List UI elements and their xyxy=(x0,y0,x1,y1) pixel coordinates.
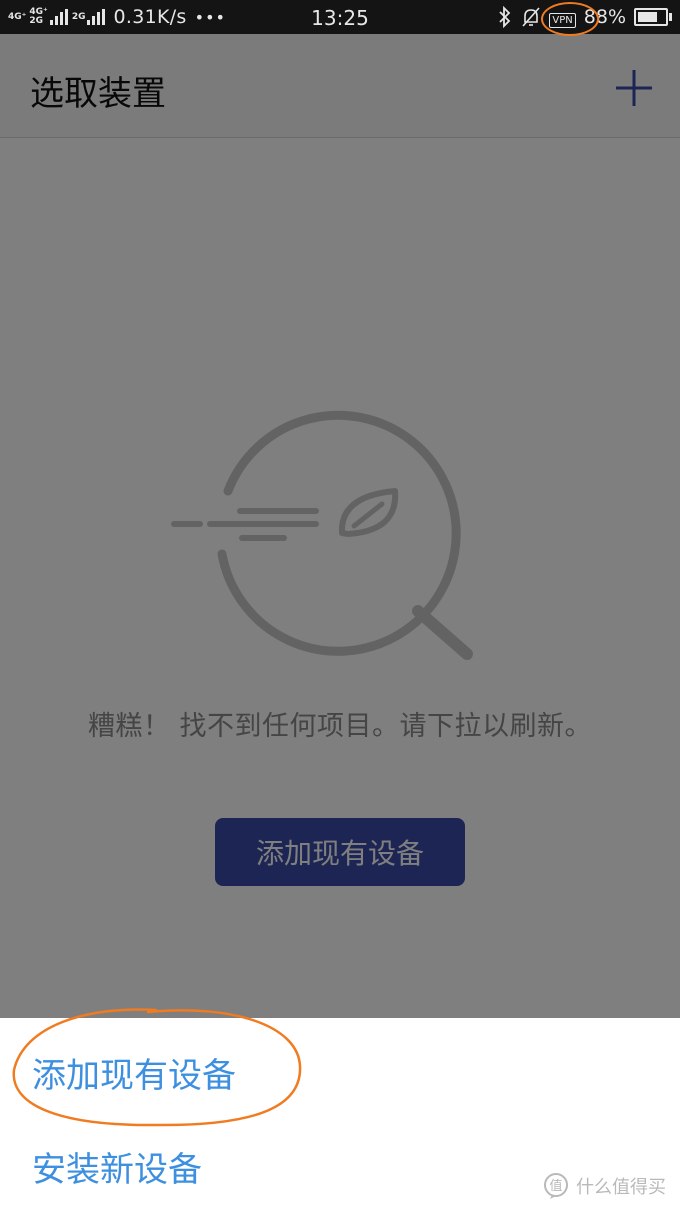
action-add-existing-device[interactable]: 添加现有设备 xyxy=(32,1048,236,1097)
system-indicators: VPN 88% xyxy=(497,1,672,36)
watermark-text: 什么值得买 xyxy=(576,1177,666,1198)
action-sheet: 添加现有设备 安装新设备 值 什么值得买 xyxy=(0,1008,680,1209)
battery-percent: 88% xyxy=(583,6,626,28)
vpn-indicator: VPN xyxy=(541,1,600,36)
dim-overlay[interactable] xyxy=(0,34,680,1018)
battery-icon xyxy=(634,8,672,26)
battery-fill xyxy=(638,12,657,22)
watermark-logo-icon: 值 xyxy=(544,1173,568,1199)
battery-nub xyxy=(669,13,672,21)
watermark-logo-text: 值 xyxy=(549,1178,562,1194)
action-install-new-device[interactable]: 安装新设备 xyxy=(32,1142,202,1191)
vpn-badge: VPN xyxy=(549,12,576,28)
bluetooth-icon xyxy=(499,6,511,28)
watermark: 值 什么值得买 xyxy=(542,1173,666,1199)
bell-muted-icon xyxy=(522,7,541,27)
status-bar: 4G⁺ 4G⁺ 2G 2G 0.31K/s ••• 13:25 VPN 88% xyxy=(0,0,680,36)
